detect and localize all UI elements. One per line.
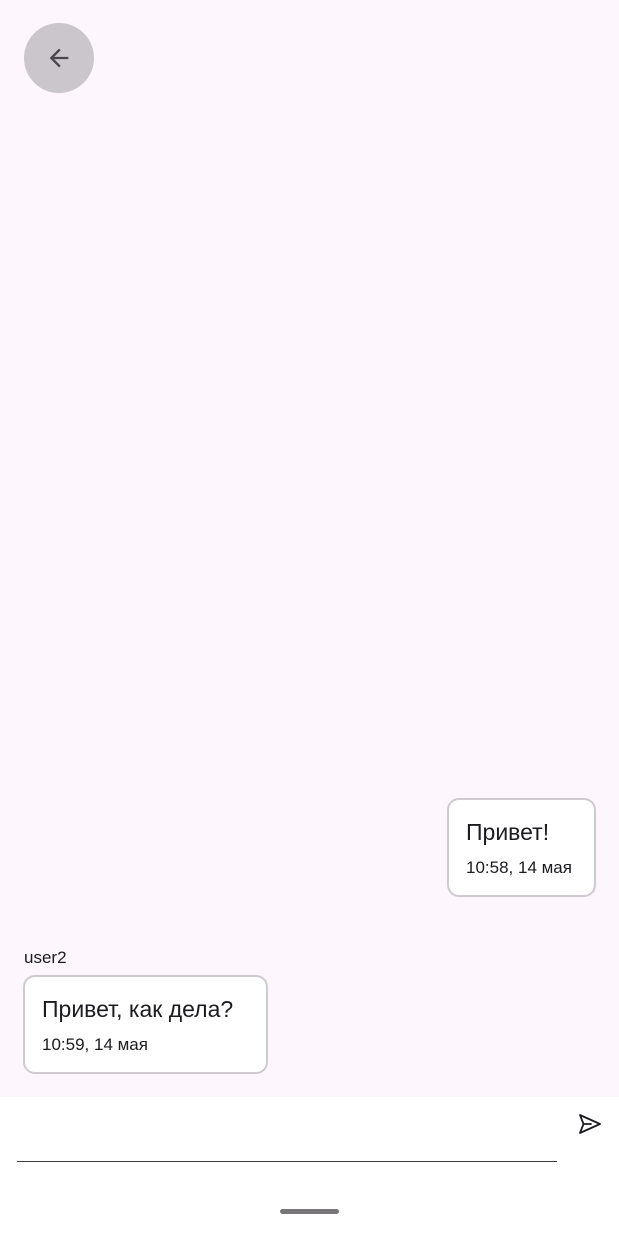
message-time: 10:59, 14 мая <box>42 1035 148 1054</box>
message-bubble-outgoing: Привет! 10:58, 14 мая <box>447 798 596 897</box>
message-list: Привет! 10:58, 14 мая user2 Привет, как … <box>0 0 619 1097</box>
message-composer <box>0 1097 619 1235</box>
message-input[interactable] <box>17 1105 557 1162</box>
navigation-handle[interactable] <box>280 1209 339 1214</box>
message-time: 10:58, 14 мая <box>466 858 572 877</box>
sender-name: user2 <box>24 948 67 967</box>
send-icon <box>578 1113 602 1140</box>
message-bubble-incoming: Привет, как дела? 10:59, 14 мая <box>23 975 268 1074</box>
arrow-left-icon <box>45 44 73 72</box>
back-button[interactable] <box>24 23 94 93</box>
message-text: Привет! <box>466 819 550 845</box>
send-button[interactable] <box>572 1109 608 1143</box>
chat-screen: Привет! 10:58, 14 мая user2 Привет, как … <box>0 0 619 1235</box>
message-text: Привет, как дела? <box>42 996 234 1022</box>
